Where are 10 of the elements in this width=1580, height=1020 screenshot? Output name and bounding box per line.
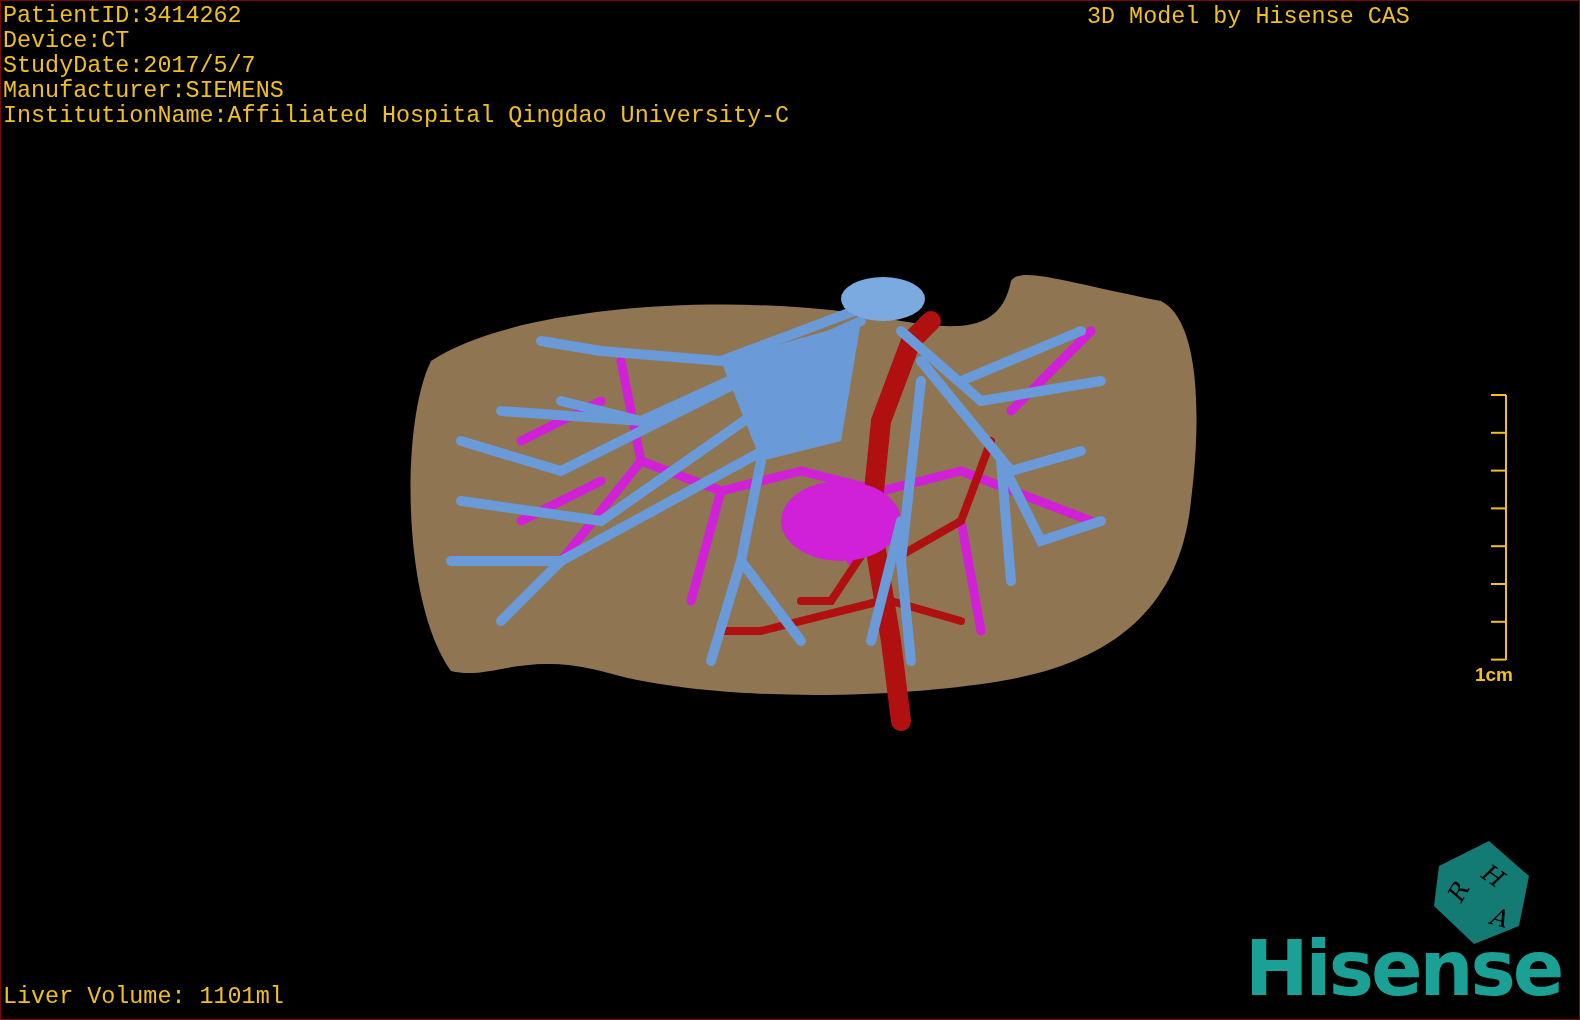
info-text: PatientID:3414262 — [3, 4, 242, 29]
info-text: Device:CT — [3, 29, 130, 54]
scale-label: 1cm — [1474, 664, 1513, 686]
info-text: InstitutionName:Affiliated Hospital Qingdao University-C — [3, 104, 790, 129]
scale-bar-icon — [1489, 394, 1509, 664]
info-text: Manufacturer:SIEMENS — [3, 79, 284, 104]
credit-text: 3D Model by Hisense CAS — [1087, 5, 1410, 30]
volume-text: Liver Volume: 1101ml — [3, 985, 284, 1010]
logo: Hisense — [1245, 929, 1562, 1009]
info-text: StudyDate:2017/5/7 — [3, 54, 256, 79]
